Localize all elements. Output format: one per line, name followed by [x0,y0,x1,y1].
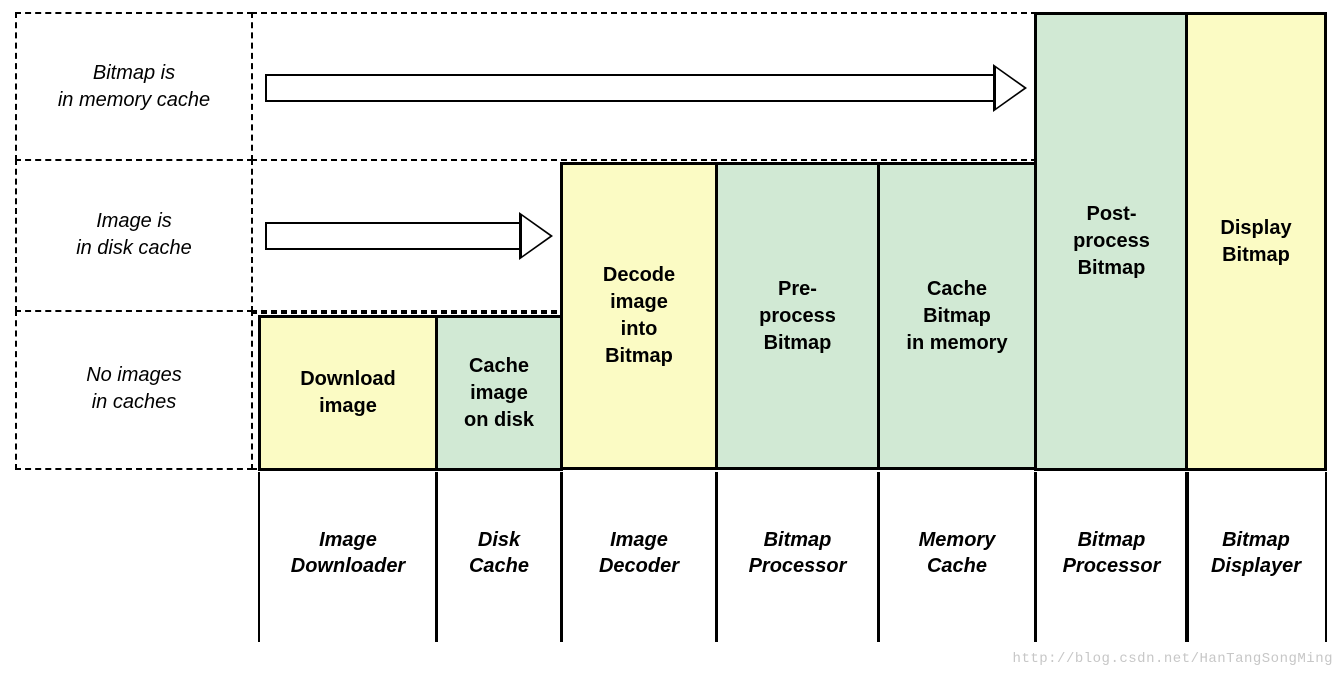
column-label-bitmap-displayer: BitmapDisplayer [1185,472,1327,642]
box-label: Pre-processBitmap [759,276,836,357]
row-label-text: Bitmap isin memory cache [58,60,210,114]
arrow-shaft [265,222,523,250]
column-label-text: BitmapProcessor [1063,527,1161,579]
box-postprocess-bitmap: Post-processBitmap [1034,12,1189,471]
box-cache-on-disk: Cacheimageon disk [435,315,563,471]
box-label: Post-processBitmap [1073,201,1150,282]
column-label-bitmap-processor-1: BitmapProcessor [715,472,880,642]
column-label-text: MemoryCache [919,527,996,579]
watermark-text: http://blog.csdn.net/HanTangSongMing [1013,651,1333,667]
arrow-head-icon [993,64,1027,112]
box-preprocess-bitmap: Pre-processBitmap [715,162,880,470]
box-label: Downloadimage [300,366,396,420]
column-label-bitmap-processor-2: BitmapProcessor [1034,472,1189,642]
row-label-memory-cache: Bitmap isin memory cache [15,12,253,161]
box-label: CacheBitmapin memory [906,276,1007,357]
arrow-memory-cache [265,64,1027,112]
column-label-text: BitmapProcessor [749,527,847,579]
row-label-no-caches: No imagesin caches [15,310,253,470]
box-download-image: Downloadimage [258,315,438,471]
column-label-memory-cache: MemoryCache [877,472,1037,642]
column-label-text: ImageDownloader [291,527,405,579]
arrow-disk-cache [265,212,553,260]
arrow-head-icon [519,212,553,260]
box-decode-bitmap: DecodeimageintoBitmap [560,162,718,470]
arrow-shaft [265,74,997,102]
column-label-text: BitmapDisplayer [1211,527,1301,579]
row-label-text: No imagesin caches [86,362,182,416]
box-label: DecodeimageintoBitmap [603,262,675,370]
row-label-disk-cache: Image isin disk cache [15,159,253,312]
column-label-image-decoder: ImageDecoder [560,472,718,642]
box-display-bitmap: DisplayBitmap [1185,12,1327,471]
column-label-disk-cache: DiskCache [435,472,563,642]
column-label-text: ImageDecoder [599,527,679,579]
box-label: Cacheimageon disk [464,353,534,434]
row-label-text: Image isin disk cache [76,208,192,262]
box-label: DisplayBitmap [1220,215,1291,269]
box-cache-in-memory: CacheBitmapin memory [877,162,1037,470]
column-label-text: DiskCache [469,527,529,579]
column-label-image-downloader: ImageDownloader [258,472,438,642]
